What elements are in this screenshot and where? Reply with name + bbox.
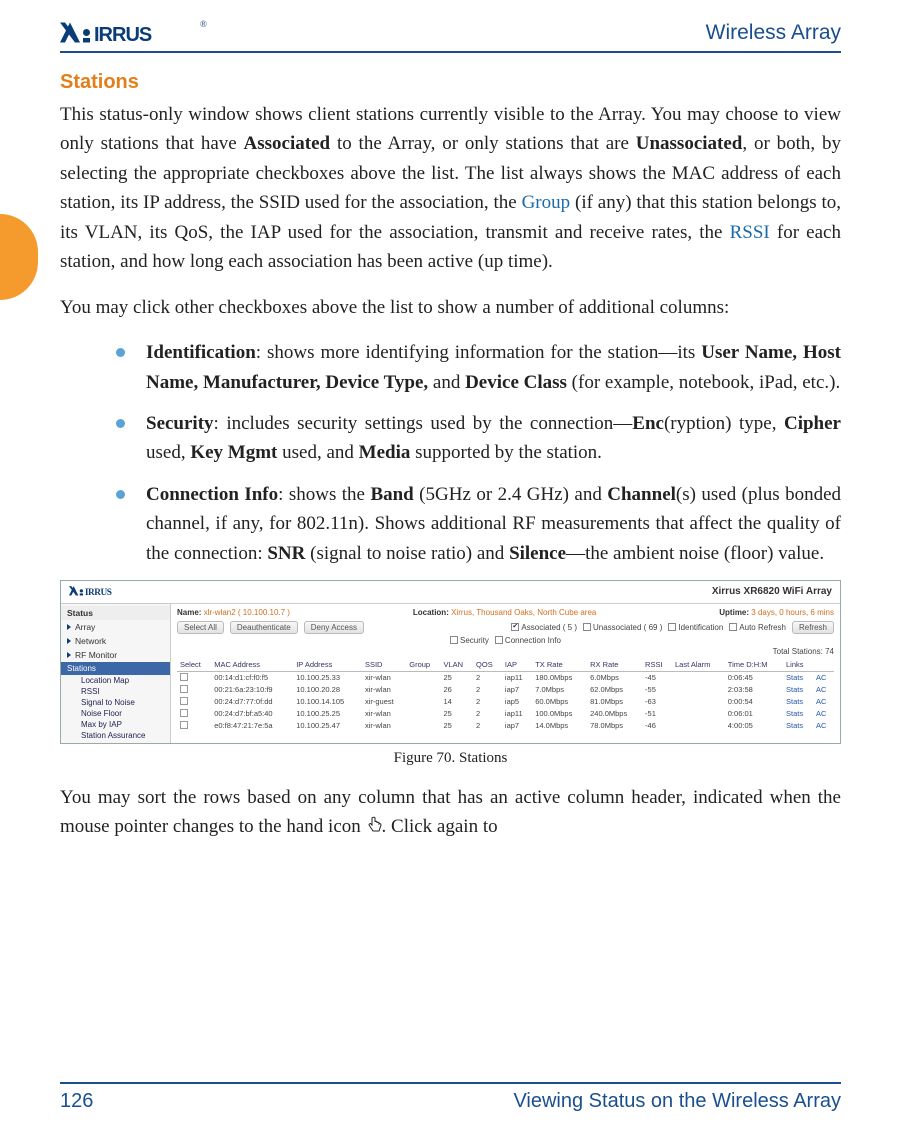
associated-checkbox[interactable]: Associated ( 5 ): [511, 623, 577, 632]
device-model-title: Xirrus XR6820 WiFi Array: [712, 586, 832, 597]
stations-table: SelectMAC AddressIP AddressSSIDGroupVLAN…: [177, 658, 834, 732]
stats-link[interactable]: Stats: [783, 671, 813, 684]
page-number: 126: [60, 1090, 93, 1113]
nav-item-array[interactable]: Array: [61, 620, 170, 634]
footer-breadcrumb: Viewing Status on the Wireless Array: [513, 1090, 841, 1113]
column-header[interactable]: Select: [177, 658, 211, 672]
intro-paragraph: This status-only window shows client sta…: [60, 100, 841, 277]
table-row: 00:14:d1:cf:f0:f510.100.25.33xir-wlan252…: [177, 671, 834, 684]
column-header[interactable]: [813, 658, 834, 672]
row-select-checkbox[interactable]: [180, 721, 188, 729]
row-select-checkbox[interactable]: [180, 685, 188, 693]
refresh-button[interactable]: Refresh: [792, 621, 834, 634]
column-header[interactable]: Time D:H:M: [725, 658, 783, 672]
figure-caption: Figure 70. Stations: [60, 750, 841, 767]
sort-paragraph: You may sort the rows based on any colum…: [60, 783, 841, 844]
table-row: 00:24:d7:bf:a5:4010.100.25.25xir-wlan252…: [177, 708, 834, 720]
nav-sidebar: Status Array Network RF Monitor Stations…: [61, 604, 171, 743]
svg-text:®: ®: [200, 20, 207, 29]
array-name: xlr-wlan2 ( 10.100.10.7 ): [204, 608, 290, 617]
nav-item-network[interactable]: Network: [61, 634, 170, 648]
stats-link[interactable]: Stats: [783, 708, 813, 720]
ac-link[interactable]: AC: [813, 671, 834, 684]
nav-sub-item[interactable]: Noise Floor: [61, 708, 170, 719]
row-select-checkbox[interactable]: [180, 673, 188, 681]
column-header[interactable]: Group: [406, 658, 440, 672]
array-location: Xirrus, Thousand Oaks, North Cube area: [451, 608, 596, 617]
ac-link[interactable]: AC: [813, 696, 834, 708]
row-select-checkbox[interactable]: [180, 709, 188, 717]
total-stations: Total Stations: 74: [177, 647, 834, 656]
row-select-checkbox[interactable]: [180, 697, 188, 705]
column-header[interactable]: TX Rate: [532, 658, 587, 672]
nav-sub-item[interactable]: Signal to Noise: [61, 697, 170, 708]
header-product-name: Wireless Array: [706, 21, 841, 45]
deny-access-button[interactable]: Deny Access: [304, 621, 364, 634]
stats-link[interactable]: Stats: [783, 696, 813, 708]
rssi-link[interactable]: RSSI: [730, 222, 770, 243]
select-all-button[interactable]: Select All: [177, 621, 224, 634]
column-header[interactable]: QOS: [473, 658, 502, 672]
auto-refresh-checkbox[interactable]: Auto Refresh: [729, 623, 786, 632]
column-header[interactable]: RSSI: [642, 658, 672, 672]
table-row: e0:f8:47:21:7e:5a10.100.25.47xir-wlan252…: [177, 720, 834, 732]
page-footer: 126 Viewing Status on the Wireless Array: [60, 1082, 841, 1113]
page-header: IRRUS ® Wireless Array: [60, 20, 841, 53]
xirrus-logo: IRRUS ®: [60, 20, 210, 45]
nav-item-stations-current[interactable]: Stations: [61, 662, 170, 675]
identification-checkbox[interactable]: Identification: [668, 623, 723, 632]
column-header[interactable]: VLAN: [440, 658, 473, 672]
list-item: Security: includes security settings use…: [116, 409, 841, 468]
nav-sub-item[interactable]: Max by IAP: [61, 719, 170, 730]
ac-link[interactable]: AC: [813, 720, 834, 732]
column-header[interactable]: IAP: [502, 658, 532, 672]
stats-link[interactable]: Stats: [783, 720, 813, 732]
table-row: 00:21:6a:23:10:f910.100.20.28xir-wlan262…: [177, 684, 834, 696]
stats-link[interactable]: Stats: [783, 684, 813, 696]
column-options-list: Identification: shows more identifying i…: [60, 338, 841, 568]
column-header[interactable]: Last Alarm: [672, 658, 725, 672]
nav-sub-item[interactable]: Location Map: [61, 675, 170, 686]
unassociated-checkbox[interactable]: Unassociated ( 69 ): [583, 623, 662, 632]
svg-text:IRRUS: IRRUS: [94, 24, 152, 45]
xirrus-logo-small: IRRUS: [69, 585, 139, 599]
table-row: 00:24:d7:77:0f:dd10.100.14.105xir-guest1…: [177, 696, 834, 708]
column-header[interactable]: MAC Address: [211, 658, 293, 672]
column-header[interactable]: IP Address: [293, 658, 362, 672]
column-header[interactable]: Links: [783, 658, 813, 672]
deauthenticate-button[interactable]: Deauthenticate: [230, 621, 298, 634]
hand-cursor-icon: [366, 814, 382, 843]
list-item: Connection Info: shows the Band (5GHz or…: [116, 480, 841, 568]
svg-text:IRRUS: IRRUS: [85, 588, 112, 597]
group-link[interactable]: Group: [522, 192, 571, 213]
nav-header: Status: [61, 606, 170, 620]
section-title: Stations: [60, 71, 841, 94]
nav-sub-item[interactable]: RSSI: [61, 686, 170, 697]
column-header[interactable]: RX Rate: [587, 658, 642, 672]
nav-item-rf-monitor[interactable]: RF Monitor: [61, 648, 170, 662]
list-item: Identification: shows more identifying i…: [116, 338, 841, 397]
ac-link[interactable]: AC: [813, 684, 834, 696]
ac-link[interactable]: AC: [813, 708, 834, 720]
nav-sub-item[interactable]: Station Assurance: [61, 730, 170, 741]
array-uptime: 3 days, 0 hours, 6 mins: [751, 608, 834, 617]
security-checkbox[interactable]: Security: [450, 636, 489, 645]
figure-stations-screenshot: IRRUS Xirrus XR6820 WiFi Array Status Ar…: [60, 580, 841, 744]
columns-intro: You may click other checkboxes above the…: [60, 293, 841, 322]
connection-info-checkbox[interactable]: Connection Info: [495, 636, 561, 645]
column-header[interactable]: SSID: [362, 658, 406, 672]
